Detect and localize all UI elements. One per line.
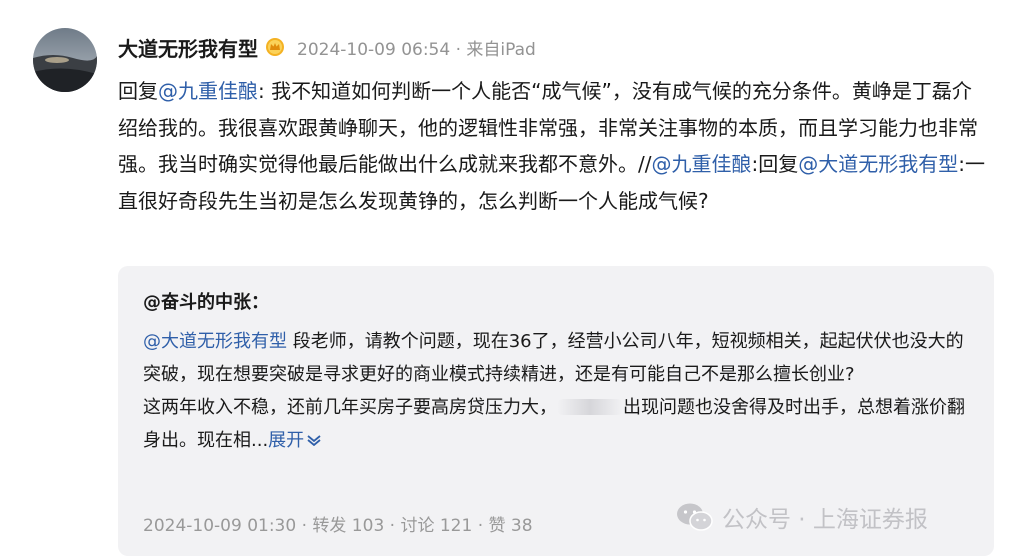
reply-text: 回复@九重佳酿: 我不知道如何判断一个人能否“成气候”，没有成气候的充分条件。黄… <box>118 73 990 219</box>
watermark-text: 公众号 · 上海证券报 <box>722 507 928 533</box>
mention-link[interactable]: @九重佳酿 <box>158 79 258 103</box>
mention-link[interactable]: @九重佳酿 <box>651 152 751 176</box>
quoted-body: @大道无形我有型 段老师，请教个问题，现在36了，经营小公司八年，短视频相关，起… <box>143 325 973 457</box>
quoted-author[interactable]: @奋斗的中张： <box>143 288 269 314</box>
gold-crown-badge-icon <box>265 37 285 57</box>
post-header: 大道无形我有型 2024-10-09 06:54 · 来自iPad <box>118 32 536 62</box>
wechat-icon <box>677 503 713 531</box>
quoted-footer: 2024-10-09 01:30 · 转发 103 · 讨论 121 · 赞 3… <box>143 516 533 536</box>
mention-link[interactable]: @大道无形我有型 <box>143 331 287 352</box>
reply-prefix: 回复 <box>118 79 158 103</box>
watermark: 公众号 · 上海证券报 <box>676 499 928 535</box>
quoted-text: 这两年收入不稳，还前几年买房子要高房贷压力大， <box>143 397 557 418</box>
post-username[interactable]: 大道无形我有型 <box>118 33 258 62</box>
reply-body: :回复 <box>751 152 799 176</box>
avatar-photo <box>33 28 97 92</box>
post-meta: 2024-10-09 06:54 · 来自iPad <box>297 39 536 60</box>
redacted-blur <box>557 399 623 415</box>
chevron-down-icon <box>307 435 321 447</box>
mention-link[interactable]: @大道无形我有型 <box>798 152 958 176</box>
user-avatar[interactable] <box>33 28 97 92</box>
expand-button[interactable]: 展开 <box>268 430 322 451</box>
